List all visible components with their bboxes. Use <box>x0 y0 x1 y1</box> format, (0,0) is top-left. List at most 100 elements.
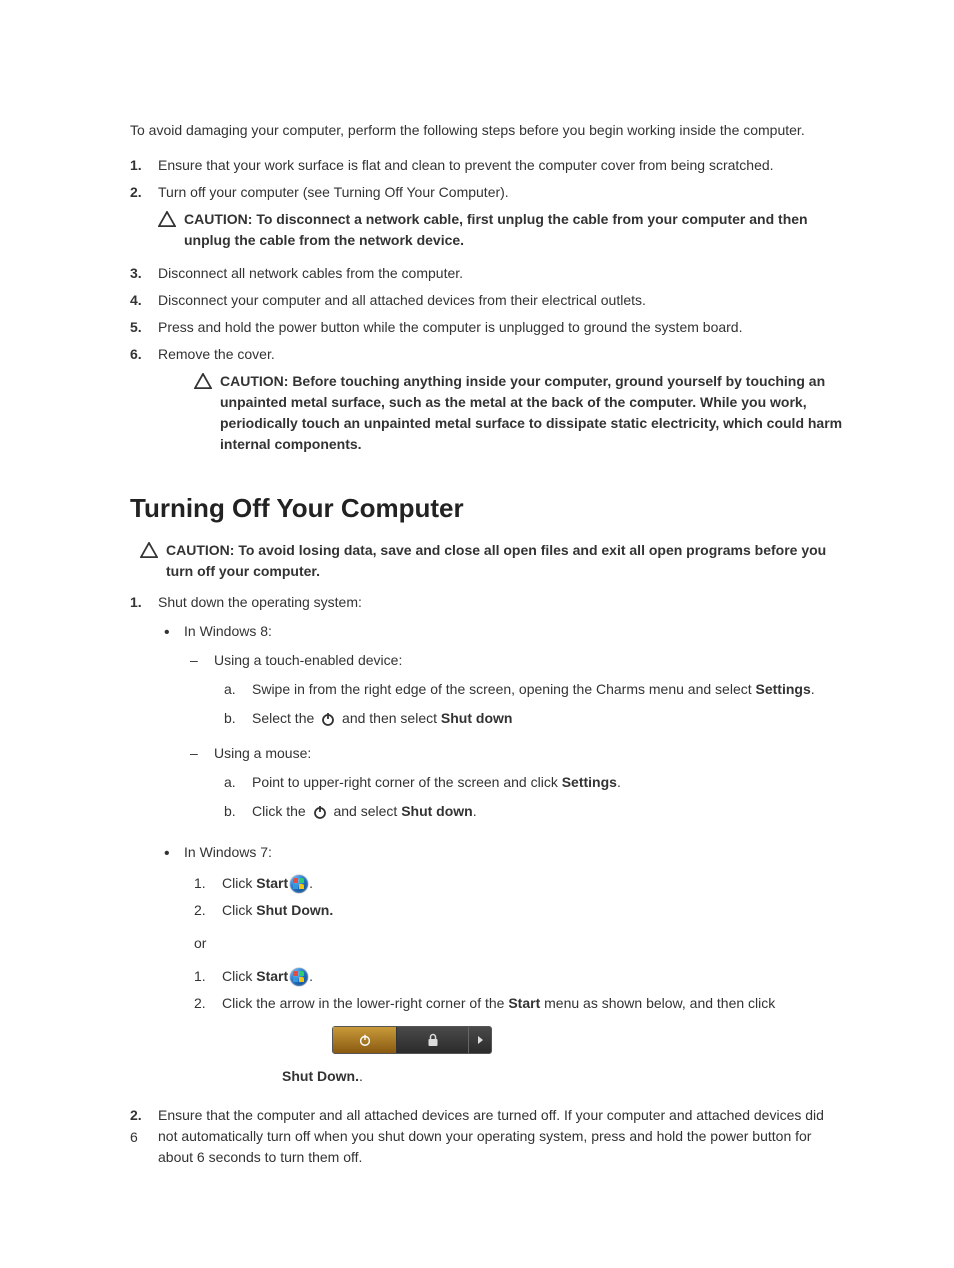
caution-text: CAUTION: To disconnect a network cable, … <box>184 209 844 251</box>
or-separator: or <box>184 933 775 954</box>
item-number: 5. <box>130 317 158 338</box>
alpha-marker: a. <box>224 772 252 793</box>
step-text: . <box>359 1068 363 1084</box>
method-label: Using a mouse: <box>214 745 311 761</box>
alpha-marker: b. <box>224 708 252 729</box>
item-number: 1. <box>130 155 158 176</box>
section-heading: Turning Off Your Computer <box>130 489 844 528</box>
shutdown-bar-image <box>332 1026 492 1054</box>
step-text: Click the arrow in the lower-right corne… <box>222 995 508 1011</box>
item-number: 2. <box>194 900 222 921</box>
step-text: Click <box>222 902 256 918</box>
step-text: . <box>309 968 313 984</box>
step-text: Point to upper-right corner of the scree… <box>252 774 562 790</box>
list-item: In Windows 8: Using a touch-enabled devi… <box>164 621 844 836</box>
list-item: 6. Remove the cover. CAUTION: Before tou… <box>130 344 844 461</box>
os-label: In Windows 8: <box>184 623 272 639</box>
step-text: . <box>617 774 621 790</box>
item-text: Ensure that your work surface is flat an… <box>158 155 844 176</box>
caution-icon <box>158 209 184 233</box>
caution-block: CAUTION: To disconnect a network cable, … <box>158 209 844 251</box>
os-label: In Windows 7: <box>184 844 272 860</box>
alpha-list: a. Point to upper-right corner of the sc… <box>214 772 621 822</box>
list-item: 1. Ensure that your work surface is flat… <box>130 155 844 176</box>
os-bullet-list: In Windows 8: Using a touch-enabled devi… <box>158 621 844 836</box>
strong-text: Shut down <box>401 803 473 819</box>
step-text: Select the <box>252 710 318 726</box>
shutdown-power-segment <box>333 1027 397 1053</box>
list-item: 1. Click Start. <box>194 966 775 987</box>
strong-text: Start <box>256 875 288 891</box>
list-item: b. Click the and select Shut down. <box>224 801 621 822</box>
shutdown-lock-segment <box>397 1027 469 1053</box>
step-text: Click the <box>252 803 310 819</box>
item-number: 1. <box>194 966 222 987</box>
power-icon <box>312 804 328 820</box>
caution-block: CAUTION: To avoid losing data, save and … <box>140 540 844 582</box>
item-text: Remove the cover. <box>158 346 275 362</box>
item-text: Ensure that the computer and all attache… <box>158 1105 844 1168</box>
step-text: Click <box>222 875 256 891</box>
list-item: a. Swipe in from the right edge of the s… <box>224 679 815 700</box>
start-orb-icon <box>290 968 308 986</box>
procedure-list-1: 1. Ensure that your work surface is flat… <box>130 155 844 461</box>
page-number: 6 <box>130 1127 138 1148</box>
caution-block: CAUTION: Before touching anything inside… <box>158 371 844 455</box>
strong-text: Settings <box>756 681 811 697</box>
dash-icon <box>190 743 214 830</box>
intro-paragraph: To avoid damaging your computer, perform… <box>130 120 844 141</box>
alpha-marker: b. <box>224 801 252 822</box>
list-item: a. Point to upper-right corner of the sc… <box>224 772 621 793</box>
caution-text: CAUTION: Before touching anything inside… <box>220 371 844 455</box>
step-text: . <box>473 803 477 819</box>
item-text: Shut down the operating system: <box>158 594 362 610</box>
procedure-list-2: 1. Shut down the operating system: In Wi… <box>130 592 844 1168</box>
list-item: Using a mouse: a. Point to upper-right c… <box>190 743 815 830</box>
method-label: Using a touch-enabled device: <box>214 652 402 668</box>
step-text: . <box>811 681 815 697</box>
numbered-sublist: 1. Click Start. 2. Click the arrow in th… <box>184 966 775 1087</box>
list-item: Using a touch-enabled device: a. Swipe i… <box>190 650 815 737</box>
list-item: 3. Disconnect all network cables from th… <box>130 263 844 284</box>
item-number: 3. <box>130 263 158 284</box>
strong-text: Shut down <box>441 710 513 726</box>
strong-text: Settings <box>562 774 617 790</box>
caution-text: CAUTION: To avoid losing data, save and … <box>166 540 844 582</box>
item-text: Disconnect all network cables from the c… <box>158 263 844 284</box>
step-text: Swipe in from the right edge of the scre… <box>252 681 756 697</box>
list-item: 2. Ensure that the computer and all atta… <box>130 1105 844 1168</box>
list-item: 1. Click Start. <box>194 873 775 894</box>
list-item: 2. Turn off your computer (see Turning O… <box>130 182 844 257</box>
step-text: . <box>309 875 313 891</box>
step-text: Click <box>222 968 256 984</box>
shutdown-arrow-segment <box>469 1027 491 1053</box>
dash-icon <box>190 650 214 737</box>
bullet-icon <box>164 842 184 1093</box>
strong-text: Shut Down. <box>282 1068 359 1084</box>
item-number: 2. <box>194 993 222 1087</box>
bullet-icon <box>164 621 184 836</box>
list-item: 2. Click Shut Down. <box>194 900 775 921</box>
item-number: 1. <box>194 873 222 894</box>
os-bullet-list: In Windows 7: 1. Click Start. 2. <box>158 842 844 1093</box>
caution-icon <box>140 540 166 564</box>
item-text: Disconnect your computer and all attache… <box>158 290 844 311</box>
chevron-right-icon <box>478 1036 483 1044</box>
item-text: Turn off your computer (see Turning Off … <box>158 184 509 200</box>
document-page: To avoid damaging your computer, perform… <box>0 0 954 1268</box>
list-item: b. Select the and then select Shut dow <box>224 708 815 729</box>
step-text: menu as shown below, and then click <box>540 995 775 1011</box>
list-item: 4. Disconnect your computer and all atta… <box>130 290 844 311</box>
list-item: 5. Press and hold the power button while… <box>130 317 844 338</box>
strong-text: Shut Down. <box>256 902 333 918</box>
strong-text: Start <box>256 968 288 984</box>
item-text: Press and hold the power button while th… <box>158 317 844 338</box>
numbered-sublist: 1. Click Start. 2. Click Shut Down. <box>184 873 775 921</box>
list-item: 1. Shut down the operating system: In Wi… <box>130 592 844 1099</box>
caution-icon <box>194 371 220 395</box>
power-icon <box>320 711 336 727</box>
list-item: In Windows 7: 1. Click Start. 2. <box>164 842 844 1093</box>
method-list: Using a touch-enabled device: a. Swipe i… <box>184 650 815 830</box>
alpha-list: a. Swipe in from the right edge of the s… <box>214 679 815 729</box>
alpha-marker: a. <box>224 679 252 700</box>
